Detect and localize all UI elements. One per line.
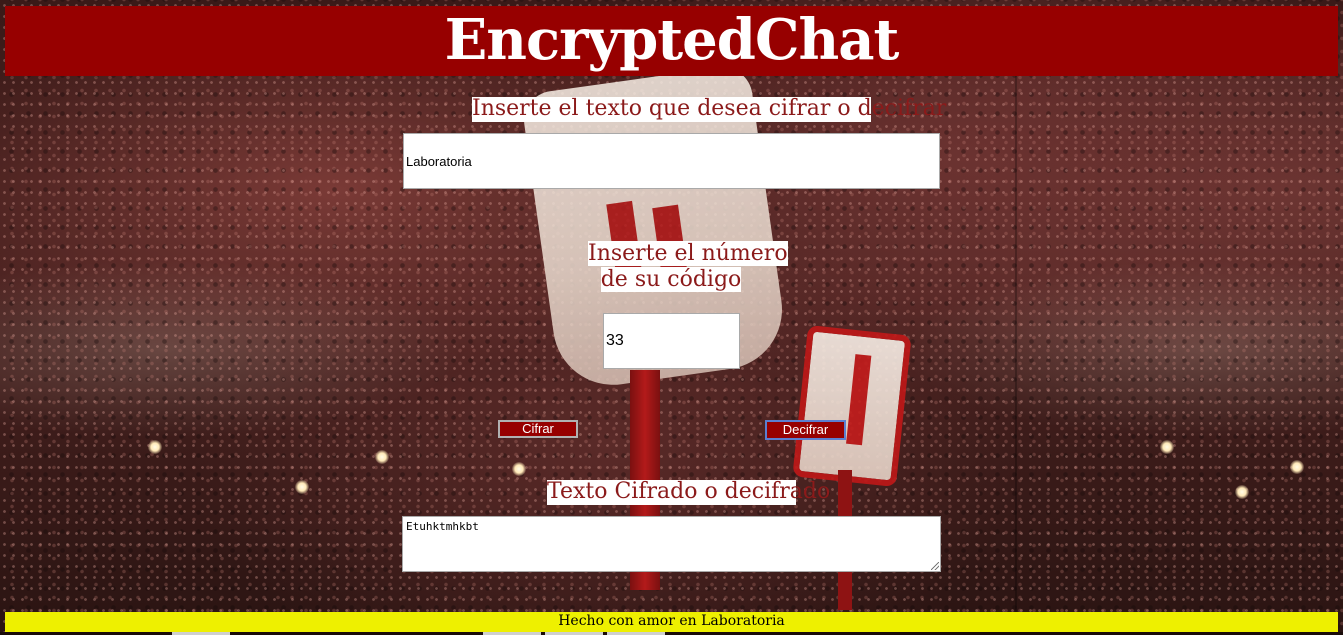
text-input[interactable]: [403, 133, 940, 189]
output-label: Texto Cifrado o decifrado: [547, 479, 831, 505]
output-text: Etuhktmhkbt: [406, 520, 479, 533]
light-decoration: [1290, 460, 1304, 474]
footer: Hecho con amor en Laboratoria: [5, 612, 1338, 632]
app-title: EncryptedChat: [5, 6, 1338, 76]
background-seam: [1015, 76, 1017, 612]
small-lantern-decoration: [792, 324, 912, 488]
light-decoration: [1235, 485, 1249, 499]
decifrar-button[interactable]: Decifrar: [765, 420, 846, 440]
cifrar-button[interactable]: Cifrar: [498, 420, 578, 438]
resize-handle-icon[interactable]: [931, 562, 939, 570]
number-label-line2: de su código: [600, 267, 742, 292]
number-label-line1: Inserte el número: [588, 241, 788, 266]
light-decoration: [512, 462, 526, 476]
light-decoration: [148, 440, 162, 454]
light-decoration: [295, 480, 309, 494]
text-input-label: Inserte el texto que desea cifrar o deci…: [472, 96, 947, 122]
number-input[interactable]: [603, 313, 740, 369]
light-decoration: [1160, 440, 1174, 454]
light-decoration: [375, 450, 389, 464]
number-input-label: Inserte el número de su código: [588, 241, 788, 293]
output-textarea[interactable]: Etuhktmhkbt: [402, 516, 941, 572]
